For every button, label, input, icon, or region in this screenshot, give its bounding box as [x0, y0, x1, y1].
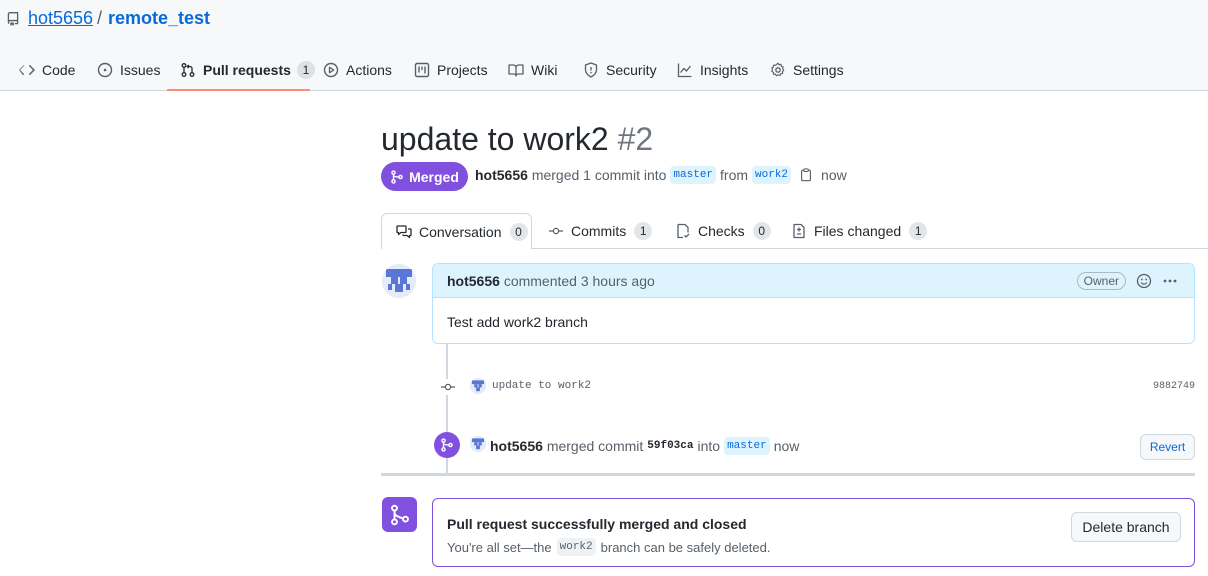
tab-actions[interactable]: Actions: [323, 58, 392, 82]
comment-author[interactable]: hot5656: [447, 273, 500, 289]
pr-number: #2: [617, 121, 654, 157]
issue-icon: [97, 62, 113, 78]
avatar[interactable]: [470, 436, 486, 452]
book-icon: [508, 62, 524, 78]
kebab-horizontal-icon[interactable]: [1162, 273, 1178, 289]
tab-checks[interactable]: Checks 0: [661, 213, 785, 249]
repo-owner-link[interactable]: hot5656: [28, 8, 93, 29]
pr-meta: hot5656 merged 1 commit into master from…: [475, 166, 847, 184]
comment-body: Test add work2 branch: [447, 314, 588, 330]
avatar[interactable]: [470, 378, 486, 394]
tab-label: Checks: [698, 223, 745, 239]
tab-label: Wiki: [531, 62, 558, 78]
merge-target-branch[interactable]: master: [724, 437, 770, 455]
merge-status-box: Pull request successfully merged and clo…: [432, 498, 1195, 567]
selected-tab-indicator: [167, 89, 310, 91]
merge-event-time: now: [773, 438, 800, 454]
tab-counter: 1: [634, 222, 653, 240]
merge-event-text: merged commit: [546, 438, 644, 454]
delete-branch-button[interactable]: Delete branch: [1071, 512, 1181, 542]
code-icon: [19, 62, 35, 78]
head-branch[interactable]: work2: [752, 166, 792, 184]
commit-sha-link[interactable]: 9882749: [1153, 381, 1195, 392]
merge-status-title: Pull request successfully merged and clo…: [447, 516, 747, 532]
comment-byline: hot5656 commented 3 hours ago: [447, 273, 655, 289]
copy-icon[interactable]: [799, 168, 813, 182]
tab-counter: 1: [296, 61, 315, 79]
shield-icon: [583, 62, 599, 78]
avatar[interactable]: [382, 264, 416, 298]
tab-label: Pull requests: [203, 62, 291, 78]
merge-commit-sha[interactable]: 59f03ca: [647, 440, 693, 452]
merge-status-icon: [382, 497, 417, 532]
tab-counter: 0: [752, 222, 771, 240]
tab-issues[interactable]: Issues: [97, 58, 160, 82]
tab-wiki[interactable]: Wiki: [508, 58, 557, 82]
comment-action: commented 3 hours ago: [503, 273, 655, 289]
pr-title: update to work2 #2: [381, 121, 653, 158]
comment-header: hot5656 commented 3 hours ago Owner: [433, 264, 1194, 298]
repo-name-link[interactable]: remote_test: [108, 8, 210, 29]
tab-pull-requests[interactable]: Pull requests 1: [180, 58, 315, 82]
commit-icon: [440, 379, 456, 395]
revert-button[interactable]: Revert: [1140, 434, 1195, 460]
tab-counter: 0: [509, 222, 528, 241]
tab-projects[interactable]: Projects: [414, 58, 488, 82]
merge-event: hot5656 merged commit 59f03ca into maste…: [490, 437, 799, 455]
commit-icon: [548, 223, 564, 239]
smiley-icon[interactable]: [1136, 273, 1152, 289]
merge-icon: [390, 169, 404, 184]
tab-security[interactable]: Security: [583, 58, 657, 82]
tab-label: Files changed: [814, 223, 902, 239]
tab-code[interactable]: Code: [19, 58, 75, 82]
base-branch[interactable]: master: [670, 166, 717, 184]
tab-label: Actions: [346, 62, 392, 78]
repo-icon: [6, 11, 20, 27]
repo-separator: /: [97, 8, 103, 28]
merged-state-badge: Merged: [381, 162, 468, 191]
pr-meta-from: from: [720, 167, 749, 183]
pr-author[interactable]: hot5656: [475, 167, 528, 183]
merge-status-description: You're all set—the work2 branch can be s…: [447, 538, 770, 556]
merge-status-desc-2: branch can be safely deleted.: [600, 539, 771, 555]
file-diff-icon: [791, 223, 807, 239]
pr-time: now: [821, 167, 847, 183]
gear-icon: [770, 62, 786, 78]
project-icon: [414, 62, 430, 78]
tab-conversation[interactable]: Conversation 0: [381, 213, 532, 249]
timeline-divider: [381, 473, 1195, 476]
owner-badge: Owner: [1076, 272, 1126, 290]
tab-label: Commits: [571, 223, 627, 239]
comment-discussion-icon: [396, 224, 412, 240]
tab-label: Settings: [793, 62, 844, 78]
pull-request-icon: [180, 62, 196, 78]
commit-message-link[interactable]: update to work2: [492, 380, 591, 392]
tab-label: Projects: [437, 62, 488, 78]
tab-label: Security: [606, 62, 657, 78]
graph-icon: [677, 62, 693, 78]
tab-counter: 1: [909, 222, 928, 240]
merge-status-desc-1: You're all set—the: [447, 539, 552, 555]
tab-files-changed[interactable]: Files changed 1: [777, 213, 941, 249]
merge-icon: [434, 432, 460, 458]
merge-event-into: into: [697, 438, 721, 454]
merged-state-label: Merged: [409, 168, 459, 185]
comment-box: hot5656 commented 3 hours ago Owner Test…: [432, 263, 1195, 344]
pr-title-text: update to work2: [381, 121, 609, 157]
checklist-icon: [675, 223, 691, 239]
tab-label: Conversation: [419, 223, 502, 240]
tab-label: Code: [42, 62, 76, 78]
tab-label: Insights: [700, 62, 749, 78]
merge-author[interactable]: hot5656: [490, 438, 543, 454]
pr-meta-text: merged 1 commit into: [531, 167, 667, 183]
tab-insights[interactable]: Insights: [677, 58, 748, 82]
play-icon: [323, 62, 339, 78]
deletable-branch: work2: [556, 538, 596, 556]
tab-label: Issues: [120, 62, 161, 78]
tab-settings[interactable]: Settings: [770, 58, 844, 82]
tab-commits[interactable]: Commits 1: [534, 213, 666, 249]
